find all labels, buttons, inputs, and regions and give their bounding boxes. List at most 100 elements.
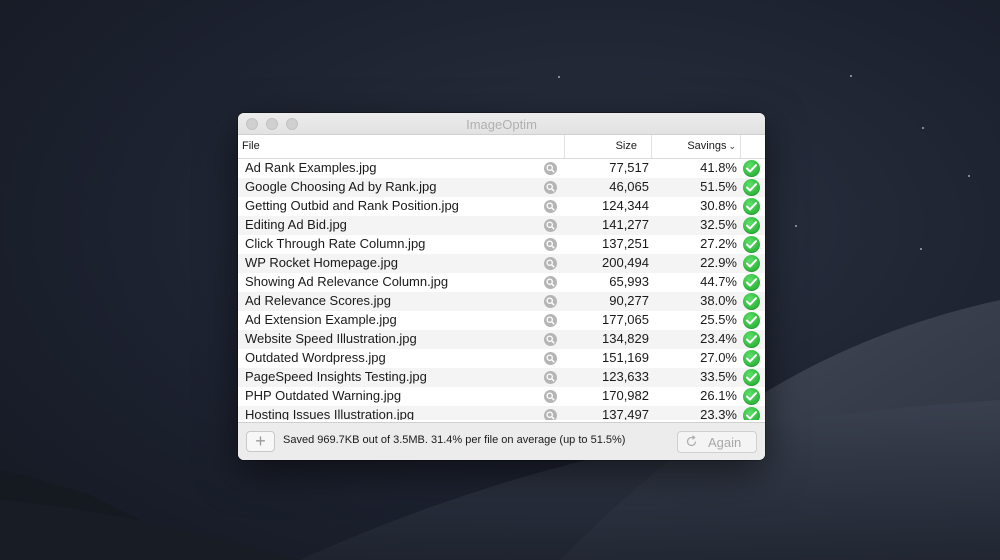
table-row[interactable]: PageSpeed Insights Testing.jpg 123,633 33.…: [238, 368, 765, 387]
file-name: Getting Outbid and Rank Position.jpg: [245, 198, 459, 213]
refresh-icon: [685, 435, 698, 451]
file-name: Outdated Wordpress.jpg: [245, 350, 386, 365]
table-row[interactable]: WP Rocket Homepage.jpg 200,494 22.9%: [238, 254, 765, 273]
file-name: Click Through Rate Column.jpg: [245, 236, 426, 251]
table-row[interactable]: PHP Outdated Warning.jpg 170,982 26.1%: [238, 387, 765, 406]
table-row[interactable]: Hosting Issues Illustration.jpg 137,497 23…: [238, 406, 765, 420]
magnifier-icon[interactable]: [544, 238, 557, 251]
file-savings: 41.8%: [700, 160, 737, 175]
magnifier-icon[interactable]: [544, 162, 557, 175]
checkmark-icon: [743, 312, 760, 329]
file-name: Editing Ad Bid.jpg: [245, 217, 347, 232]
checkmark-icon: [743, 369, 760, 386]
file-size: 137,251: [602, 236, 649, 251]
magnifier-icon[interactable]: [544, 333, 557, 346]
checkmark-icon: [743, 331, 760, 348]
file-savings: 51.5%: [700, 179, 737, 194]
column-header-file[interactable]: File: [242, 135, 562, 158]
table-row[interactable]: Getting Outbid and Rank Position.jpg 124,…: [238, 197, 765, 216]
checkmark-icon: [743, 198, 760, 215]
file-savings: 32.5%: [700, 217, 737, 232]
table-row[interactable]: Showing Ad Relevance Column.jpg 65,993 44.…: [238, 273, 765, 292]
star: [795, 225, 797, 227]
magnifier-icon[interactable]: [544, 409, 557, 420]
magnifier-icon[interactable]: [544, 257, 557, 270]
window-title: ImageOptim: [466, 117, 537, 132]
checkmark-icon: [743, 407, 760, 420]
checkmark-icon: [743, 217, 760, 234]
table-row[interactable]: Ad Extension Example.jpg 177,065 25.5%: [238, 311, 765, 330]
checkmark-icon: [743, 255, 760, 272]
table-row[interactable]: Ad Relevance Scores.jpg 90,277 38.0%: [238, 292, 765, 311]
file-size: 90,277: [609, 293, 649, 308]
checkmark-icon: [743, 160, 760, 177]
magnifier-icon[interactable]: [544, 200, 557, 213]
title-bar[interactable]: ImageOptim: [238, 113, 765, 135]
file-size: 124,344: [602, 198, 649, 213]
file-savings: 23.3%: [700, 407, 737, 420]
table-row[interactable]: Editing Ad Bid.jpg 141,277 32.5%: [238, 216, 765, 235]
file-size: 141,277: [602, 217, 649, 232]
magnifier-icon[interactable]: [544, 219, 557, 232]
file-savings: 27.2%: [700, 236, 737, 251]
file-size: 134,829: [602, 331, 649, 346]
file-name: Ad Relevance Scores.jpg: [245, 293, 391, 308]
file-name: Ad Rank Examples.jpg: [245, 160, 377, 175]
file-name: Ad Extension Example.jpg: [245, 312, 397, 327]
add-files-button[interactable]: +: [246, 431, 275, 452]
file-name: PageSpeed Insights Testing.jpg: [245, 369, 427, 384]
file-name: Showing Ad Relevance Column.jpg: [245, 274, 449, 289]
column-header-savings[interactable]: Savings ⌄: [651, 135, 740, 158]
magnifier-icon[interactable]: [544, 352, 557, 365]
file-size: 170,982: [602, 388, 649, 403]
footer-bar: + Saved 969.7KB out of 3.5MB. 31.4% per …: [238, 422, 765, 460]
file-savings: 23.4%: [700, 331, 737, 346]
file-name: PHP Outdated Warning.jpg: [245, 388, 402, 403]
checkmark-icon: [743, 236, 760, 253]
table-row[interactable]: Google Choosing Ad by Rank.jpg 46,065 51.5…: [238, 178, 765, 197]
star: [922, 127, 924, 129]
magnifier-icon[interactable]: [544, 390, 557, 403]
file-savings: 26.1%: [700, 388, 737, 403]
file-size: 46,065: [609, 179, 649, 194]
column-header-savings-label: Savings: [687, 140, 727, 152]
again-button-label: Again: [708, 435, 742, 450]
file-savings: 44.7%: [700, 274, 737, 289]
file-name: Website Speed Illustration.jpg: [245, 331, 417, 346]
checkmark-icon: [743, 293, 760, 310]
table-row[interactable]: Website Speed Illustration.jpg 134,829 23.…: [238, 330, 765, 349]
table-row[interactable]: Click Through Rate Column.jpg 137,251 27.2…: [238, 235, 765, 254]
file-savings: 38.0%: [700, 293, 737, 308]
file-size: 137,497: [602, 407, 649, 420]
magnifier-icon[interactable]: [544, 276, 557, 289]
column-header-file-label: File: [242, 140, 260, 152]
file-size: 123,633: [602, 369, 649, 384]
magnifier-icon[interactable]: [544, 295, 557, 308]
star: [968, 175, 970, 177]
chevron-down-icon: ⌄: [728, 141, 736, 151]
file-name: Hosting Issues Illustration.jpg: [245, 407, 415, 420]
column-header-status[interactable]: [740, 135, 765, 158]
file-list[interactable]: Ad Rank Examples.jpg 77,517 41.8% Google Ch…: [238, 159, 765, 420]
file-size: 200,494: [602, 255, 649, 270]
savings-summary: Saved 969.7KB out of 3.5MB. 31.4% per fi…: [283, 434, 626, 446]
file-savings: 25.5%: [700, 312, 737, 327]
star: [850, 75, 852, 77]
magnifier-icon[interactable]: [544, 181, 557, 194]
table-row[interactable]: Outdated Wordpress.jpg 151,169 27.0%: [238, 349, 765, 368]
table-row[interactable]: Ad Rank Examples.jpg 77,517 41.8%: [238, 159, 765, 178]
again-button[interactable]: Again: [677, 431, 757, 453]
checkmark-icon: [743, 179, 760, 196]
magnifier-icon[interactable]: [544, 371, 557, 384]
column-header-size-label: Size: [615, 140, 637, 152]
star: [920, 248, 922, 250]
checkmark-icon: [743, 388, 760, 405]
magnifier-icon[interactable]: [544, 314, 557, 327]
file-size: 151,169: [602, 350, 649, 365]
file-savings: 33.5%: [700, 369, 737, 384]
file-savings: 27.0%: [700, 350, 737, 365]
file-size: 77,517: [609, 160, 649, 175]
table-header: File Size Savings ⌄: [238, 135, 765, 159]
checkmark-icon: [743, 350, 760, 367]
column-header-size[interactable]: Size: [564, 135, 651, 158]
